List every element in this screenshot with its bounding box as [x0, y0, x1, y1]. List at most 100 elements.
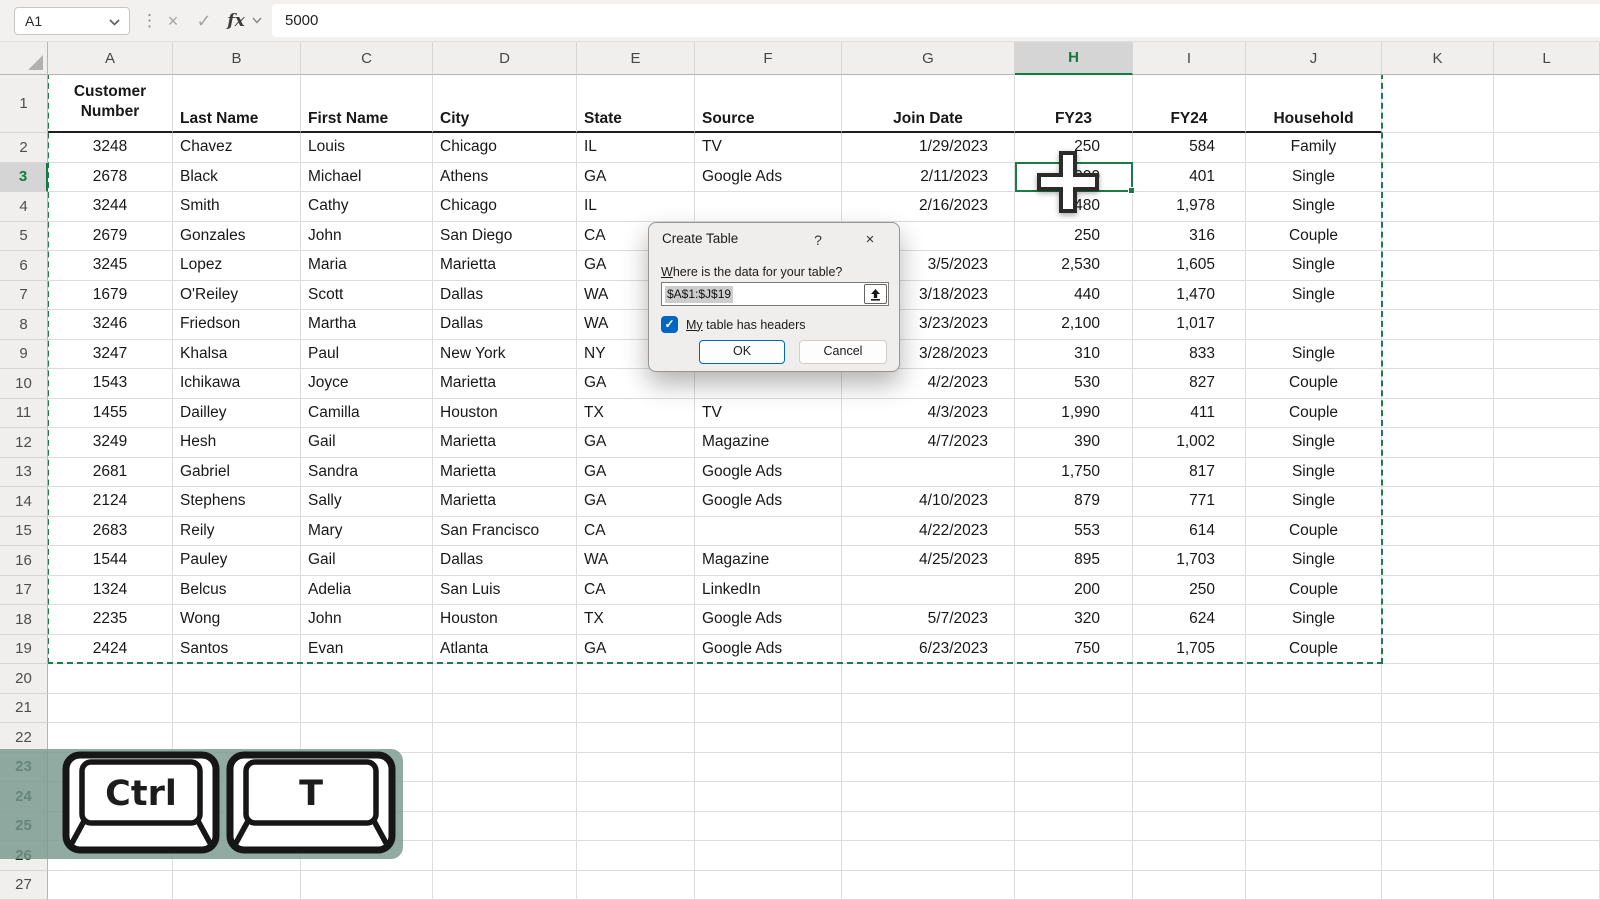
cell-L14[interactable]: [1494, 487, 1600, 517]
cell-I19[interactable]: 1,705: [1133, 634, 1246, 664]
cell-A10[interactable]: 1543: [48, 369, 173, 399]
row-header-6[interactable]: 6: [0, 251, 48, 281]
cell-H11[interactable]: 1,990: [1015, 398, 1133, 428]
column-header-C[interactable]: C: [301, 42, 433, 75]
cell-A8[interactable]: 3246: [48, 310, 173, 340]
cell-J16[interactable]: Single: [1246, 546, 1382, 576]
cell-E26[interactable]: [577, 841, 695, 871]
cell-C13[interactable]: Sandra: [301, 457, 433, 487]
cell-I23[interactable]: [1133, 752, 1246, 782]
cell-F18[interactable]: Google Ads: [695, 605, 842, 635]
cell-C27[interactable]: [301, 870, 433, 900]
cell-G13[interactable]: [842, 457, 1015, 487]
cell-D8[interactable]: Dallas: [433, 310, 577, 340]
cell-G20[interactable]: [842, 664, 1015, 694]
cell-C21[interactable]: [301, 693, 433, 723]
cell-B13[interactable]: Gabriel: [173, 457, 301, 487]
cell-L23[interactable]: [1494, 752, 1600, 782]
cell-G22[interactable]: [842, 723, 1015, 753]
cell-B19[interactable]: Santos: [173, 634, 301, 664]
cell-J27[interactable]: [1246, 870, 1382, 900]
cell-L16[interactable]: [1494, 546, 1600, 576]
cell-B2[interactable]: Chavez: [173, 133, 301, 163]
cell-L21[interactable]: [1494, 693, 1600, 723]
cell-L2[interactable]: [1494, 133, 1600, 163]
cell-G11[interactable]: 4/3/2023: [842, 398, 1015, 428]
cell-K6[interactable]: [1382, 251, 1494, 281]
cell-F14[interactable]: Google Ads: [695, 487, 842, 517]
cell-H10[interactable]: 530: [1015, 369, 1133, 399]
cell-G17[interactable]: [842, 575, 1015, 605]
row-header-2[interactable]: 2: [0, 133, 48, 163]
row-header-12[interactable]: 12: [0, 428, 48, 458]
ok-button[interactable]: OK: [699, 340, 785, 364]
formula-input[interactable]: 5000: [272, 4, 1600, 37]
row-header-5[interactable]: 5: [0, 221, 48, 251]
cell-A19[interactable]: 2424: [48, 634, 173, 664]
cell-H6[interactable]: 2,530: [1015, 251, 1133, 281]
range-input[interactable]: $A$1:$J$19: [661, 282, 889, 306]
cell-H20[interactable]: [1015, 664, 1133, 694]
cell-I27[interactable]: [1133, 870, 1246, 900]
cell-I12[interactable]: 1,002: [1133, 428, 1246, 458]
cell-I24[interactable]: [1133, 782, 1246, 812]
cell-L18[interactable]: [1494, 605, 1600, 635]
cell-C6[interactable]: Maria: [301, 251, 433, 281]
insert-function-icon[interactable]: fx: [222, 6, 250, 36]
cell-K10[interactable]: [1382, 369, 1494, 399]
cell-C20[interactable]: [301, 664, 433, 694]
cell-A12[interactable]: 3249: [48, 428, 173, 458]
cell-J7[interactable]: Single: [1246, 280, 1382, 310]
cell-H12[interactable]: 390: [1015, 428, 1133, 458]
cell-B3[interactable]: Black: [173, 162, 301, 192]
cell-K19[interactable]: [1382, 634, 1494, 664]
cell-K13[interactable]: [1382, 457, 1494, 487]
cell-G12[interactable]: 4/7/2023: [842, 428, 1015, 458]
cell-G2[interactable]: 1/29/2023: [842, 133, 1015, 163]
column-header-F[interactable]: F: [695, 42, 842, 75]
cell-L11[interactable]: [1494, 398, 1600, 428]
cell-G3[interactable]: 2/11/2023: [842, 162, 1015, 192]
cell-E11[interactable]: TX: [577, 398, 695, 428]
cell-K3[interactable]: [1382, 162, 1494, 192]
cell-L13[interactable]: [1494, 457, 1600, 487]
cell-J12[interactable]: Single: [1246, 428, 1382, 458]
cell-F25[interactable]: [695, 811, 842, 841]
cell-G19[interactable]: 6/23/2023: [842, 634, 1015, 664]
cell-L7[interactable]: [1494, 280, 1600, 310]
cell-J19[interactable]: Couple: [1246, 634, 1382, 664]
column-header-J[interactable]: J: [1246, 42, 1382, 75]
cell-C4[interactable]: Cathy: [301, 192, 433, 222]
cell-C2[interactable]: Louis: [301, 133, 433, 163]
cell-C16[interactable]: Gail: [301, 546, 433, 576]
row-header-3[interactable]: 3: [0, 162, 48, 192]
column-header-A[interactable]: A: [48, 42, 173, 75]
cell-A20[interactable]: [48, 664, 173, 694]
column-header-H[interactable]: H: [1015, 42, 1133, 75]
dialog-close-icon[interactable]: ×: [855, 229, 885, 251]
cell-A18[interactable]: 2235: [48, 605, 173, 635]
cell-E18[interactable]: TX: [577, 605, 695, 635]
cell-L26[interactable]: [1494, 841, 1600, 871]
cell-F20[interactable]: [695, 664, 842, 694]
cell-L8[interactable]: [1494, 310, 1600, 340]
cell-D17[interactable]: San Luis: [433, 575, 577, 605]
cell-K11[interactable]: [1382, 398, 1494, 428]
cell-C1[interactable]: First Name: [301, 75, 433, 133]
cell-A9[interactable]: 3247: [48, 339, 173, 369]
cell-B9[interactable]: Khalsa: [173, 339, 301, 369]
cell-C10[interactable]: Joyce: [301, 369, 433, 399]
cell-C15[interactable]: Mary: [301, 516, 433, 546]
cell-J10[interactable]: Couple: [1246, 369, 1382, 399]
cell-I11[interactable]: 411: [1133, 398, 1246, 428]
cell-C12[interactable]: Gail: [301, 428, 433, 458]
cell-D5[interactable]: San Diego: [433, 221, 577, 251]
column-header-L[interactable]: L: [1494, 42, 1600, 75]
dialog-title[interactable]: Create Table: [662, 231, 738, 246]
cell-E21[interactable]: [577, 693, 695, 723]
cell-D12[interactable]: Marietta: [433, 428, 577, 458]
row-header-18[interactable]: 18: [0, 605, 48, 635]
cell-B16[interactable]: Pauley: [173, 546, 301, 576]
cell-E22[interactable]: [577, 723, 695, 753]
cell-J15[interactable]: Couple: [1246, 516, 1382, 546]
